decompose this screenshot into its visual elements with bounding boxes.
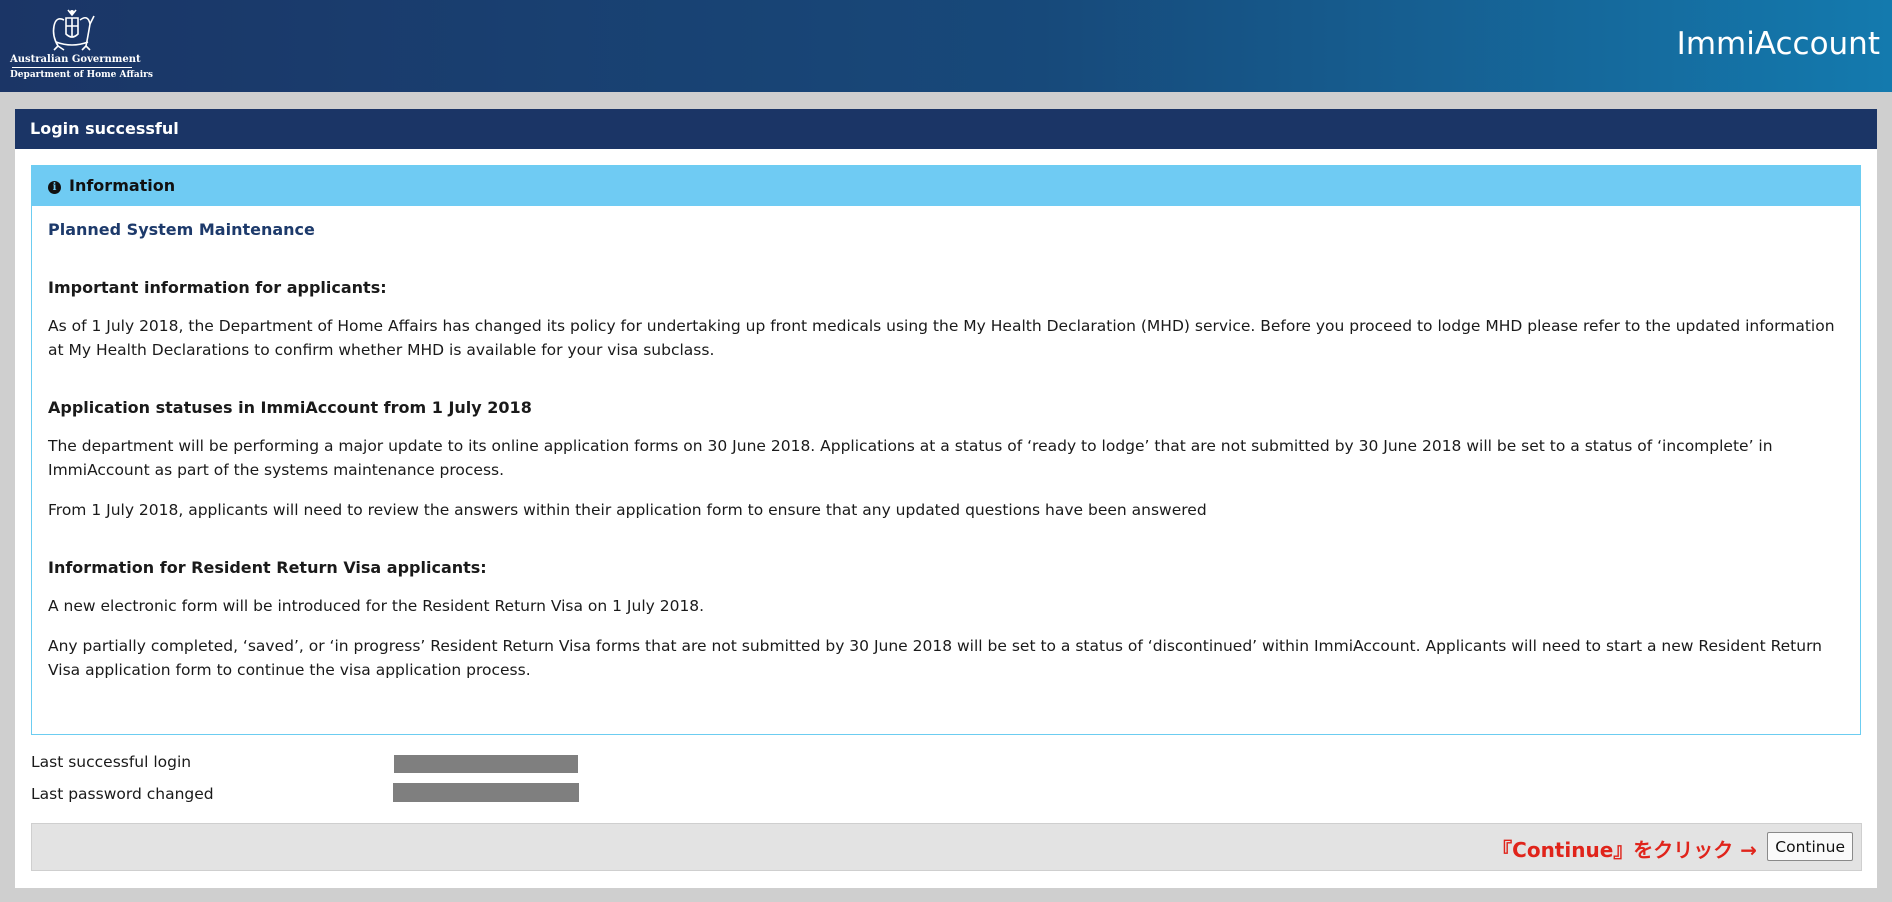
section-paragraph: As of 1 July 2018, the Department of Hom… [48, 317, 1835, 359]
logo-divider [12, 67, 132, 68]
section-paragraph: Any partially completed, ‘saved’, or ‘in… [48, 637, 1823, 679]
information-heading: Information [69, 176, 176, 195]
continue-instruction-note: 『Continue』をクリック → [1492, 838, 1757, 862]
information-header: i Information [32, 166, 1860, 206]
last-login-value-redacted [394, 755, 578, 773]
gov-logo[interactable]: Australian Government Department of Home… [10, 6, 153, 86]
panel-title: Login successful [15, 109, 1877, 149]
section-title-statuses: Application statuses in ImmiAccount from… [48, 398, 532, 417]
maintenance-title: Planned System Maintenance [48, 220, 315, 239]
information-body: Planned System Maintenance Important inf… [32, 218, 1860, 682]
last-password-value-redacted [393, 783, 579, 802]
top-banner: Australian Government Department of Home… [0, 0, 1892, 92]
info-icon: i [48, 181, 61, 194]
dept-name: Department of Home Affairs [10, 70, 153, 80]
section-title-applicants: Important information for applicants: [48, 278, 387, 297]
last-login-label: Last successful login [31, 753, 192, 771]
section-paragraph: From 1 July 2018, applicants will need t… [48, 501, 1207, 519]
gov-name: Australian Government [10, 54, 141, 65]
app-title: ImmiAccount [1676, 26, 1880, 62]
section-paragraph: The department will be performing a majo… [48, 437, 1773, 479]
section-paragraph: A new electronic form will be introduced… [48, 597, 705, 615]
coat-of-arms-icon [52, 9, 95, 51]
section-title-resident-return: Information for Resident Return Visa app… [48, 558, 487, 577]
information-box: i Information Planned System Maintenance … [31, 165, 1861, 735]
continue-button[interactable]: Continue [1767, 832, 1853, 861]
action-bar: 『Continue』をクリック → Continue [31, 823, 1862, 871]
login-panel: Login successful i Information Planned Sy… [15, 109, 1877, 888]
last-password-label: Last password changed [31, 785, 214, 803]
